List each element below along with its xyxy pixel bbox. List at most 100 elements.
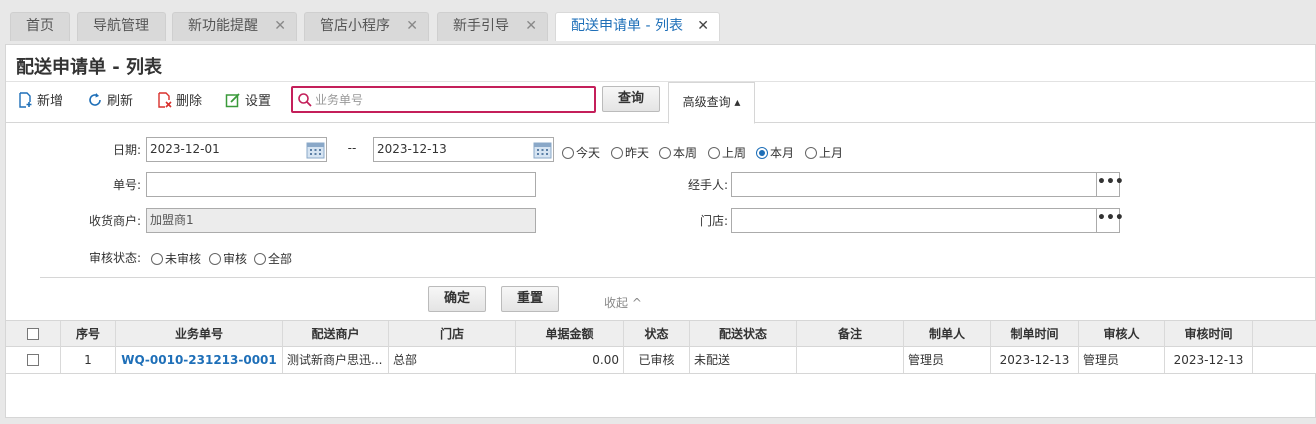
tab-label: 管店小程序 [320,18,390,34]
handler-label: 经手人: [687,178,728,192]
radio-last-week[interactable]: 上周 [708,144,746,161]
radio-label: 昨天 [625,146,650,160]
filter-divider [40,277,1316,278]
radio-unaudited[interactable]: 未审核 [151,250,201,267]
close-icon[interactable]: ✕ [697,13,709,40]
merchant-cell: 测试新商户思迅... [283,347,389,373]
select-all-checkbox[interactable] [27,328,39,340]
radio-label: 上月 [819,146,844,160]
tab-beginner-guide[interactable]: 新手引导 ✕ [437,12,548,41]
date-to-field[interactable]: 2023-12-13 [373,137,554,162]
radio-label: 全部 [268,252,293,266]
radio-audited[interactable]: 审核 [209,250,247,267]
refresh-button[interactable]: 刷新 [87,92,133,112]
radio-circle [611,147,623,159]
table-row[interactable]: 1 WQ-0010-231213-0001 测试新商户思迅... 总部 0.00… [6,347,1316,374]
header-cell: 单据金额 [516,321,624,347]
store-picker-button[interactable]: ••• [1096,208,1124,233]
advanced-query-toggle[interactable]: 高级查询 ▴ [668,82,755,124]
auditor-cell: 管理员 [1079,347,1165,373]
settings-button-label: 设置 [245,94,272,109]
handler-field[interactable]: ••• [731,172,1124,197]
radio-all[interactable]: 全部 [254,250,292,267]
header-cell: 门店 [389,321,516,347]
tab-nav-management[interactable]: 导航管理 [77,12,166,41]
header-cell: 配送商户 [283,321,389,347]
header-cell: 制单时间 [991,321,1079,347]
new-doc-icon [19,92,32,108]
radio-circle [254,253,266,265]
tab-label: 首页 [26,18,54,34]
tab-label: 导航管理 [93,18,149,34]
creator-cell: 管理员 [904,347,991,373]
radio-label: 今天 [576,146,601,160]
delete-doc-icon [158,92,172,108]
settings-button[interactable]: 设置 [225,92,271,112]
query-button[interactable]: 查询 [602,86,660,112]
radio-today[interactable]: 今天 [562,144,600,161]
radio-this-week[interactable]: 本周 [659,144,697,161]
store-cell: 总部 [389,347,516,373]
row-select-cell[interactable] [6,347,61,373]
date-from-field[interactable]: 2023-12-01 [146,137,327,162]
radio-last-month[interactable]: 上月 [805,144,843,161]
radio-circle [659,147,671,159]
merchant-field: 加盟商1 [146,208,536,233]
date-from-value: 2023-12-01 [150,142,220,156]
radio-circle [209,253,221,265]
close-icon[interactable]: ✕ [525,13,537,40]
confirm-button[interactable]: 确定 [428,286,486,312]
row-checkbox[interactable] [27,354,39,366]
header-cell: 备注 [797,321,904,347]
radio-circle [151,253,163,265]
tab-bar: 首页 导航管理 新功能提醒 ✕ 管店小程序 ✕ 新手引导 ✕ 配送申请单 - 列表 ✕ [0,0,1316,44]
calendar-icon[interactable] [306,140,325,159]
calendar-icon[interactable] [533,140,552,159]
date-range-separator: -- [347,141,357,155]
tab-mini-program[interactable]: 管店小程序 ✕ [304,12,429,41]
doc-no-label: 单号: [112,178,141,192]
new-button[interactable]: 新增 [17,92,63,112]
radio-circle-checked [756,147,768,159]
header-cell: 状态 [624,321,690,347]
merchant-label: 收货商户: [88,214,141,228]
header-cell: 审核人 [1079,321,1165,347]
refresh-icon [89,93,101,106]
header-cell: 审核时间 [1165,321,1253,347]
close-icon[interactable]: ✕ [274,13,286,40]
row-index: 1 [61,347,116,373]
collapse-toggle[interactable]: 收起 ^ [604,294,642,311]
audited-at-cell: 2023-12-13 [1165,347,1253,373]
table-header-row: 序号 业务单号 配送商户 门店 单据金额 状态 配送状态 备注 制单人 制单时间… [6,320,1316,347]
search-input[interactable] [315,90,590,109]
radio-label: 上周 [722,146,747,160]
reset-button[interactable]: 重置 [501,286,559,312]
header-select-all[interactable] [6,321,61,347]
delivery-status-cell: 未配送 [690,347,797,373]
header-cell: 制单人 [904,321,991,347]
radio-circle [562,147,574,159]
close-icon[interactable]: ✕ [406,13,418,40]
radio-label: 本月 [770,146,795,160]
header-cell: 业务单号 [116,321,283,347]
radio-label: 本周 [673,146,698,160]
doc-no-field[interactable] [146,172,536,197]
radio-yesterday[interactable]: 昨天 [611,144,649,161]
refresh-button-label: 刷新 [107,94,134,109]
created-at-cell: 2023-12-13 [991,347,1079,373]
tab-home[interactable]: 首页 [10,12,70,41]
radio-this-month[interactable]: 本月 [756,144,794,161]
search-icon [298,93,312,107]
handler-picker-button[interactable]: ••• [1096,172,1124,197]
doc-no-link[interactable]: WQ-0010-231213-0001 [116,347,283,373]
date-to-value: 2023-12-13 [377,142,447,156]
tab-label: 配送申请单 - 列表 [571,18,683,34]
remark-cell [797,347,904,373]
status-cell: 已审核 [624,347,690,373]
delete-button[interactable]: 删除 [156,92,202,112]
radio-circle [805,147,817,159]
tab-new-feature-reminder[interactable]: 新功能提醒 ✕ [172,12,297,41]
store-field[interactable]: ••• [731,208,1124,233]
edit-settings-icon [225,93,240,108]
tab-delivery-request-list[interactable]: 配送申请单 - 列表 ✕ [555,12,720,41]
